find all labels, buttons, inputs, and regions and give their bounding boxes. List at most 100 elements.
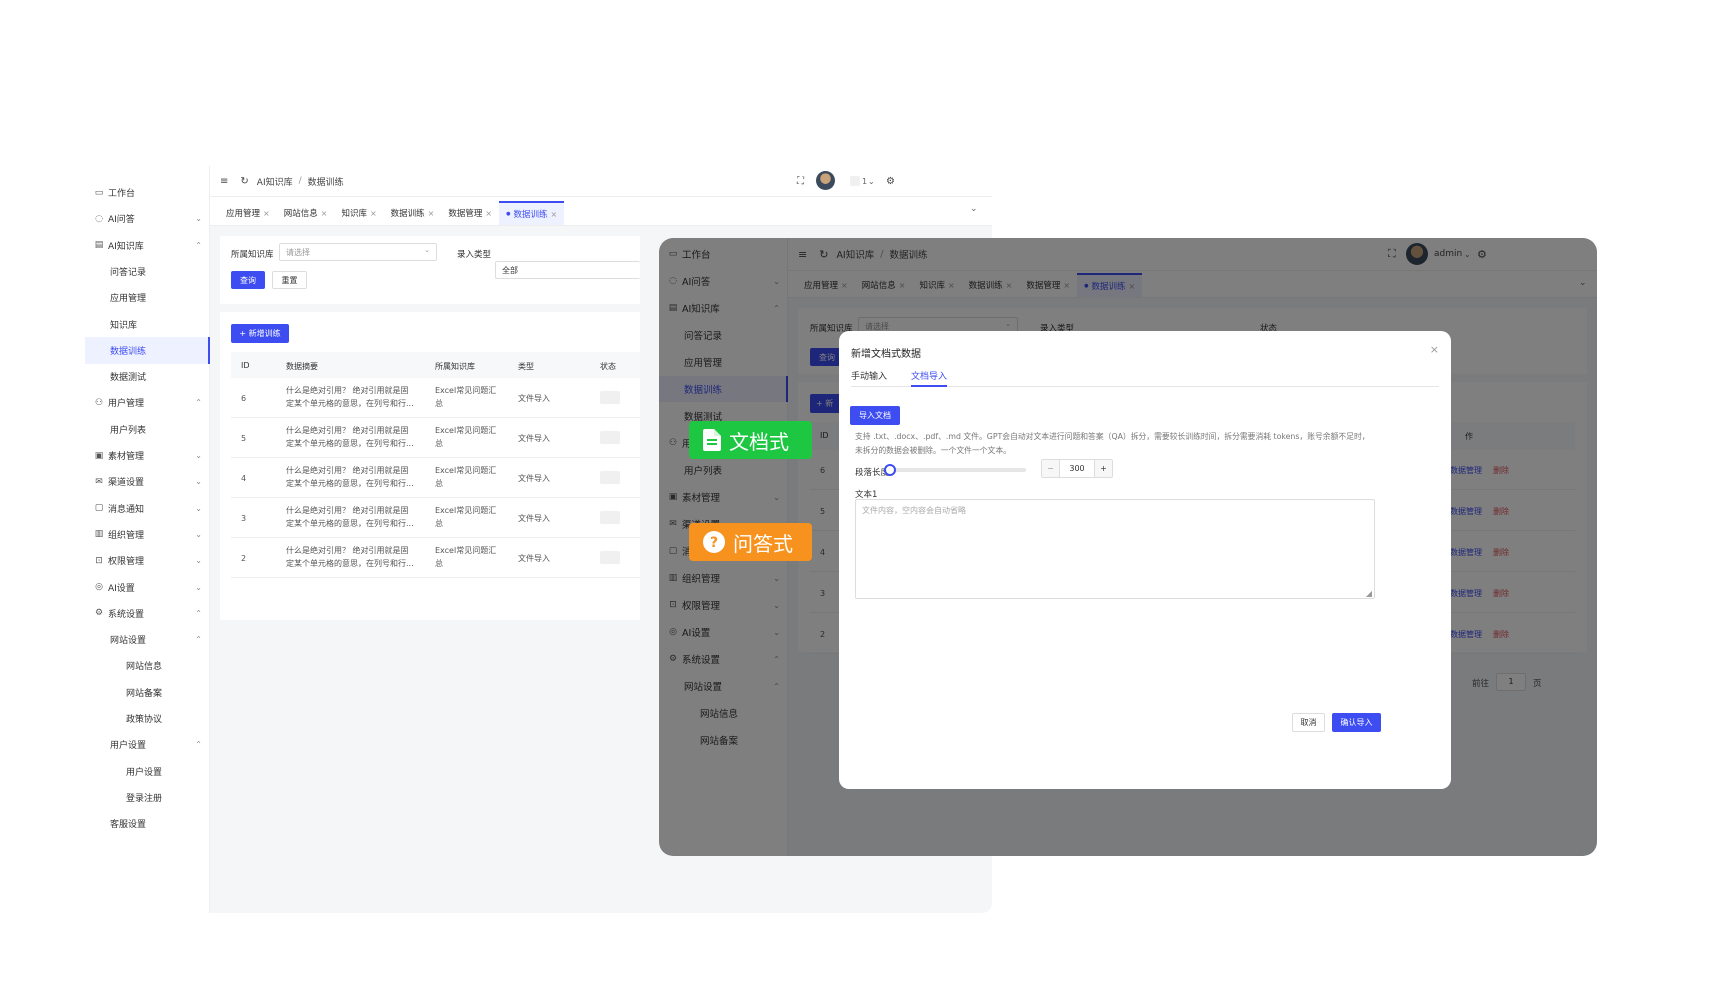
fullscreen-icon[interactable]: ⛶ (797, 176, 804, 187)
increment-button[interactable]: + (1094, 460, 1112, 477)
sidebar-item-label: 知识库 (110, 320, 138, 331)
reset-button[interactable]: 重置 (272, 271, 307, 289)
table-card: + 新增训练 ID 数据摘要 所属知识库 类型 状态 6 什么是绝对引用？ 绝对引… (220, 312, 640, 620)
table-row[interactable]: 4 什么是绝对引用？ 绝对引用就是固 定某个单元格的意思，在列号和行... Excel… (231, 458, 640, 498)
sidebar-item[interactable]: 登录注册 (85, 784, 210, 811)
gear-icon[interactable]: ⚙ (886, 176, 895, 187)
table-row[interactable]: 6 什么是绝对引用？ 绝对引用就是固 定某个单元格的意思，在列号和行... Excel… (231, 378, 640, 418)
row-summary-line1: 什么是绝对引用？ 绝对引用就是固 (286, 386, 409, 395)
row-kb-line1: Excel常见问题汇 (435, 386, 497, 395)
row-type: 文件导入 (518, 434, 550, 443)
close-icon[interactable]: × (1430, 343, 1439, 356)
sidebar-item[interactable]: 用户设置 ⌃ (85, 731, 210, 758)
cancel-button[interactable]: 取消 (1292, 713, 1325, 732)
sidebar-item[interactable]: ⚇ 用户管理 ⌃ (85, 389, 210, 416)
import-dialog: 新增文档式数据 × 手动输入 文档导入 导入文档 支持 .txt、.docx、.… (839, 331, 1451, 789)
collapse-marker: · (183, 166, 186, 169)
mail-icon: ✉ (95, 476, 103, 487)
sidebar-item[interactable]: 问答记录 (85, 258, 210, 285)
user-count: 1 (862, 176, 868, 186)
sidebar-item[interactable]: 网站信息 (85, 652, 210, 679)
close-tab-icon[interactable]: × (321, 209, 328, 218)
table-row[interactable]: 3 什么是绝对引用？ 绝对引用就是固 定某个单元格的意思，在列号和行... Excel… (231, 498, 640, 538)
sidebar-item[interactable]: ✉ 渠道设置 ⌄ (85, 468, 210, 495)
tab-manual-input[interactable]: 手动输入 (851, 369, 887, 387)
decrement-button[interactable]: − (1042, 460, 1060, 477)
svg-text:?: ? (710, 535, 718, 551)
row-kb-line1: Excel常见问题汇 (435, 506, 497, 515)
sidebar-item[interactable]: ◎ AI设置 ⌄ (85, 574, 210, 601)
menu-icon[interactable]: ≡ (220, 176, 228, 187)
qa-mode-label: 问答式 (733, 531, 793, 556)
sidebar-item[interactable]: 应用管理 (85, 284, 210, 311)
breadcrumb-1[interactable]: AI知识库 (257, 175, 293, 188)
slider-handle[interactable] (884, 464, 896, 476)
sidebar-item[interactable]: ▤ AI知识库 ⌃ (85, 232, 210, 259)
tab[interactable]: 知识库× (334, 201, 383, 225)
row-kb-line1: Excel常见问题汇 (435, 466, 497, 475)
tab-document-import[interactable]: 文档导入 (911, 369, 948, 387)
tab-label: 应用管理 (226, 209, 261, 219)
close-tab-icon[interactable]: × (485, 209, 492, 218)
row-status-tag (600, 471, 620, 484)
kb-select[interactable]: 请选择 ⌄ (279, 243, 437, 261)
row-status-tag (600, 391, 620, 404)
import-document-button[interactable]: 导入文档 (850, 406, 900, 425)
sidebar-item[interactable]: ▭ 工作台 (85, 179, 210, 206)
breadcrumb-2: 数据训练 (307, 177, 344, 188)
sidebar-item[interactable]: ▥ 组织管理 ⌄ (85, 521, 210, 548)
tab[interactable]: ●数据训练× (499, 201, 565, 225)
close-tab-icon[interactable]: × (370, 209, 377, 218)
segment-length-slider[interactable] (884, 464, 1026, 476)
table-row[interactable]: 5 什么是绝对引用？ 绝对引用就是固 定某个单元格的意思，在列号和行... Excel… (231, 418, 640, 458)
question-icon: ? (703, 531, 725, 553)
sidebar-item[interactable]: 网站设置 ⌃ (85, 626, 210, 653)
close-tab-icon[interactable]: × (428, 209, 435, 218)
sidebar-item[interactable]: 客服设置 (85, 810, 210, 837)
row-id: 2 (241, 554, 247, 563)
close-tab-icon[interactable]: × (550, 210, 557, 219)
sidebar-item[interactable]: 政策协议 (85, 705, 210, 732)
sidebar-item-label: 网站设置 (110, 636, 147, 647)
chevron-down-icon: ⌄ (195, 529, 202, 539)
table-row[interactable]: 2 什么是绝对引用？ 绝对引用就是固 定某个单元格的意思，在列号和行... Excel… (231, 538, 640, 578)
search-button[interactable]: 查询 (231, 271, 265, 289)
chevron-down-icon[interactable]: ⌄ (868, 177, 875, 186)
resize-handle-icon[interactable]: ◢ (1366, 589, 1372, 598)
add-training-button[interactable]: + 新增训练 (231, 324, 289, 343)
sidebar-item[interactable]: 知识库 (85, 311, 210, 338)
sidebar-item[interactable]: ◌ AI问答 ⌄ (85, 205, 210, 232)
tab[interactable]: 网站信息× (277, 201, 335, 225)
row-kb-line1: Excel常见问题汇 (435, 426, 497, 435)
text-content-textarea[interactable]: 文件内容，空内容会自动省略 ◢ (855, 499, 1375, 599)
sidebar-item[interactable]: ⊡ 权限管理 ⌄ (85, 547, 210, 574)
close-tab-icon[interactable]: × (263, 209, 270, 218)
sidebar-item-label: 权限管理 (108, 557, 145, 568)
sidebar-item[interactable]: ⚙ 系统设置 ⌃ (85, 600, 210, 627)
sidebar-item-label: 渠道设置 (108, 478, 145, 489)
segment-length-stepper: − 300 + (1041, 459, 1113, 478)
sidebar-item[interactable]: 数据训练 (85, 336, 210, 364)
sidebar-item[interactable]: 用户列表 (85, 416, 210, 443)
sidebar-item[interactable]: 数据测试 (85, 363, 210, 390)
col-summary: 数据摘要 (286, 362, 318, 371)
type-select[interactable]: 全部 (495, 261, 640, 279)
avatar[interactable] (816, 171, 835, 190)
confirm-import-button[interactable]: 确认导入 (1332, 713, 1381, 732)
chevron-down-icon: ⌄ (195, 582, 202, 592)
user-name[interactable] (850, 176, 860, 186)
sidebar-item[interactable]: ▣ 素材管理 ⌄ (85, 442, 210, 469)
tabs-more-icon[interactable]: ⌄ (970, 204, 978, 214)
refresh-icon[interactable]: ↻ (240, 176, 248, 187)
monitor-icon: ▭ (94, 187, 104, 198)
sidebar-item[interactable]: 网站备案 (85, 679, 210, 706)
sidebar-item[interactable]: 用户设置 (85, 758, 210, 785)
tab[interactable]: 应用管理× (219, 201, 277, 225)
row-id: 4 (241, 474, 247, 483)
tab[interactable]: 数据管理× (441, 201, 499, 225)
tab[interactable]: 数据训练× (384, 201, 442, 225)
lock-icon: ⊡ (95, 555, 103, 566)
segment-length-input[interactable]: 300 (1060, 460, 1094, 477)
table-header: ID 数据摘要 所属知识库 类型 状态 (231, 352, 640, 378)
sidebar-item[interactable]: ▢ 消息通知 ⌄ (85, 495, 210, 522)
